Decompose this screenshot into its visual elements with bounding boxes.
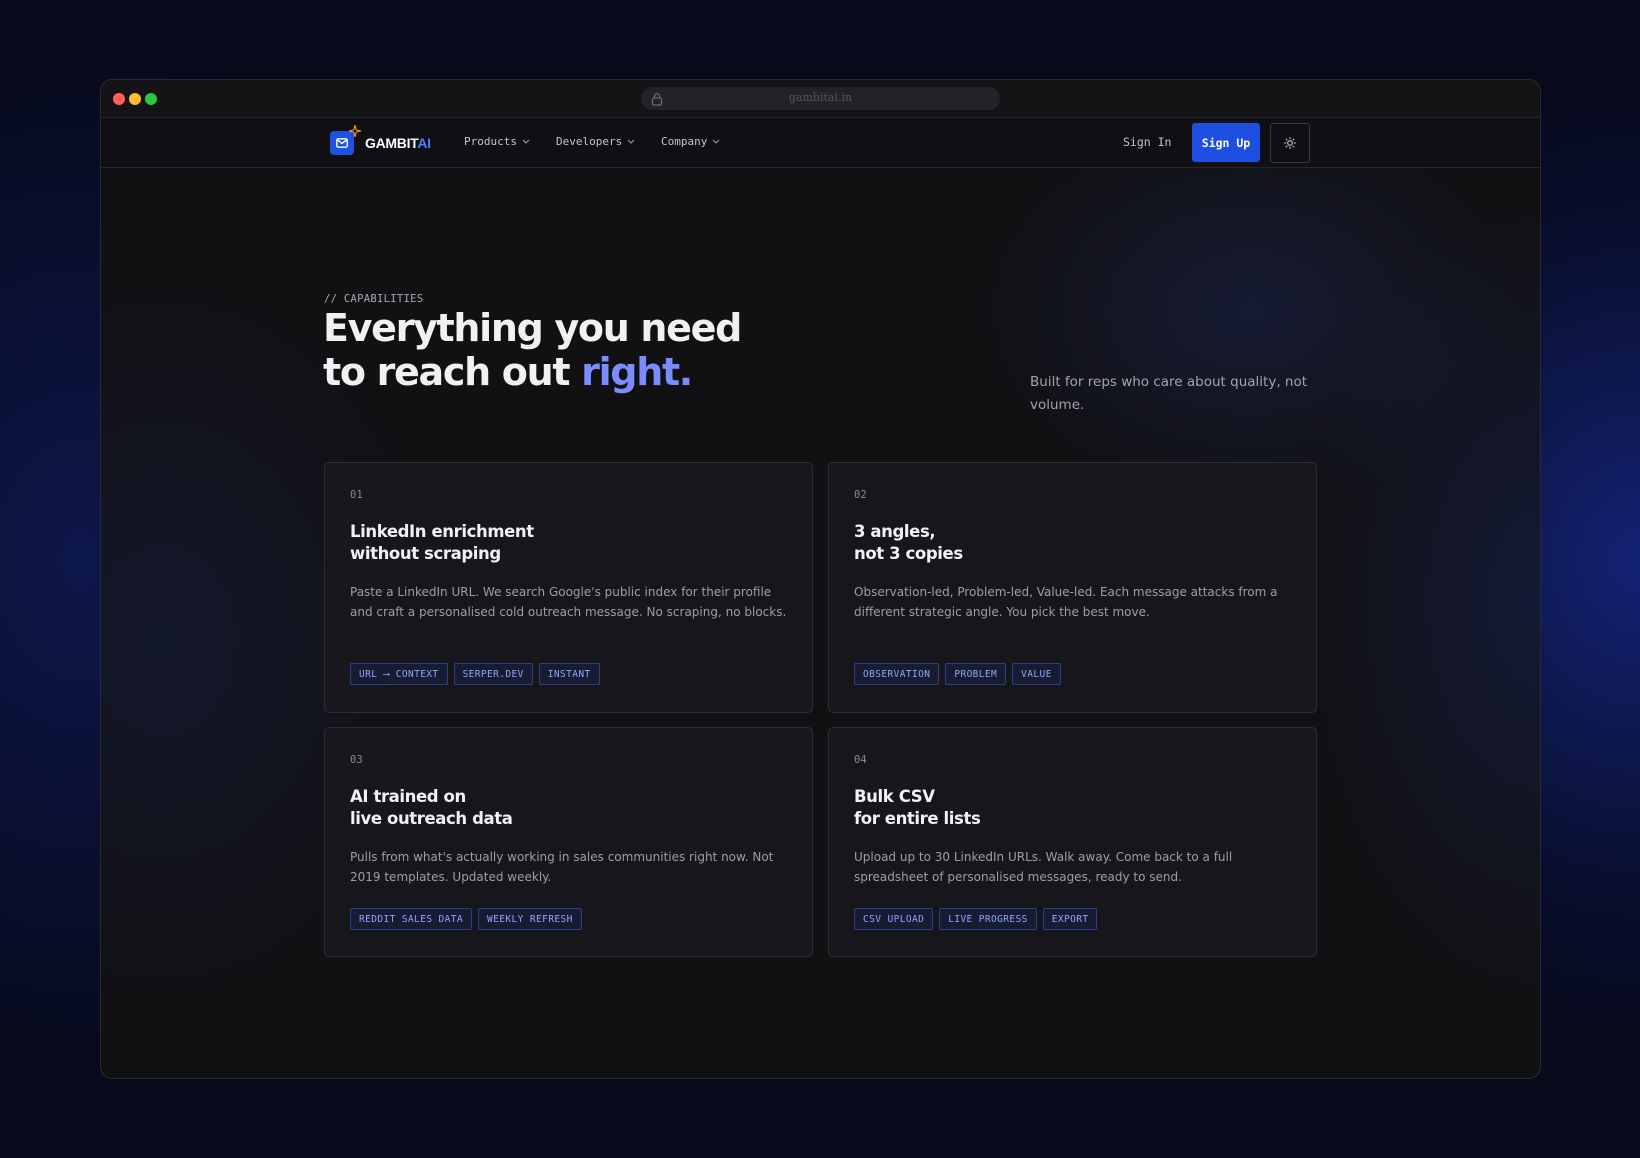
browser-titlebar: gambitai.in bbox=[101, 80, 1540, 118]
section-eyebrow: // CAPABILITIES bbox=[324, 293, 424, 305]
sign-up-button[interactable]: Sign Up bbox=[1192, 123, 1260, 162]
nav-products[interactable]: Products bbox=[464, 135, 530, 148]
sparkle-icon bbox=[348, 122, 362, 141]
nav-company[interactable]: Company bbox=[661, 135, 720, 148]
section-subtext: Built for reps who care about quality, n… bbox=[1030, 373, 1308, 413]
feature-card: 02 3 angles, not 3 copies Observation-led… bbox=[828, 462, 1317, 713]
tag: EXPORT bbox=[1042, 908, 1098, 930]
card-description: Paste a LinkedIn URL. We search Google's… bbox=[350, 585, 787, 619]
card-number: 02 bbox=[854, 489, 867, 501]
minimize-window-button[interactable] bbox=[129, 93, 141, 105]
chevron-down-icon bbox=[522, 139, 530, 144]
feature-card: 04 Bulk CSV for entire lists Upload up to… bbox=[828, 727, 1317, 957]
logo-mail-icon bbox=[330, 124, 362, 155]
card-number: 03 bbox=[350, 754, 363, 766]
nav-developers[interactable]: Developers bbox=[556, 135, 635, 148]
tag: URL ⟶ CONTEXT bbox=[350, 663, 448, 685]
tag: INSTANT bbox=[538, 663, 600, 685]
theme-toggle-button[interactable] bbox=[1270, 123, 1310, 163]
card-number: 01 bbox=[350, 489, 363, 501]
logo-wordmark: GAMBITAI bbox=[365, 135, 431, 151]
address-url: gambitai.in bbox=[788, 91, 853, 104]
tag: CSV UPLOAD bbox=[854, 908, 934, 930]
feature-card: 01 LinkedIn enrichment without scraping P… bbox=[324, 462, 813, 713]
card-description: Observation-led, Problem-led, Value-led.… bbox=[854, 585, 1278, 619]
card-tags: URL ⟶ CONTEXT SERPER.DEV INSTANT bbox=[350, 663, 600, 685]
site-logo[interactable]: GAMBITAI bbox=[330, 124, 431, 155]
card-number: 04 bbox=[854, 754, 867, 766]
tag: SERPER.DEV bbox=[453, 663, 533, 685]
address-bar[interactable]: gambitai.in bbox=[641, 87, 1000, 110]
browser-window: gambitai.in GAMBITAI Products Developers… bbox=[100, 79, 1541, 1079]
chevron-down-icon bbox=[712, 139, 720, 144]
chevron-down-icon bbox=[627, 139, 635, 144]
card-title: Bulk CSV for entire lists bbox=[854, 787, 981, 828]
tag: VALUE bbox=[1012, 663, 1061, 685]
site-navbar: GAMBITAI Products Developers Company Sig… bbox=[101, 118, 1540, 168]
headline-accent: right. bbox=[581, 350, 693, 394]
tag: OBSERVATION bbox=[854, 663, 940, 685]
card-tags: REDDIT SALES DATA WEEKLY REFRESH bbox=[350, 908, 582, 930]
card-description: Pulls from what's actually working in sa… bbox=[350, 850, 774, 884]
card-title: LinkedIn enrichment without scraping bbox=[350, 522, 534, 563]
sun-icon bbox=[1284, 137, 1296, 149]
card-tags: OBSERVATION PROBLEM VALUE bbox=[854, 663, 1061, 685]
card-description: Upload up to 30 LinkedIn URLs. Walk away… bbox=[854, 850, 1233, 884]
maximize-window-button[interactable] bbox=[145, 93, 157, 105]
card-tags: CSV UPLOAD LIVE PROGRESS EXPORT bbox=[854, 908, 1098, 930]
card-title: 3 angles, not 3 copies bbox=[854, 522, 963, 563]
close-window-button[interactable] bbox=[113, 93, 125, 105]
card-title: AI trained on live outreach data bbox=[350, 787, 513, 828]
headline-line-2: to reach out bbox=[323, 350, 582, 394]
tag: REDDIT SALES DATA bbox=[350, 908, 473, 930]
headline-line-1: Everything you need bbox=[323, 306, 742, 350]
sign-in-link[interactable]: Sign In bbox=[1123, 135, 1171, 149]
tag: LIVE PROGRESS bbox=[939, 908, 1037, 930]
section-headline: Everything you need to reach out right. bbox=[323, 306, 742, 394]
nav-products-label: Products bbox=[464, 135, 517, 148]
nav-company-label: Company bbox=[661, 135, 708, 148]
nav-developers-label: Developers bbox=[556, 135, 623, 148]
tag: PROBLEM bbox=[945, 663, 1007, 685]
feature-card: 03 AI trained on live outreach data Pulls… bbox=[324, 727, 813, 957]
tag: WEEKLY REFRESH bbox=[478, 908, 582, 930]
